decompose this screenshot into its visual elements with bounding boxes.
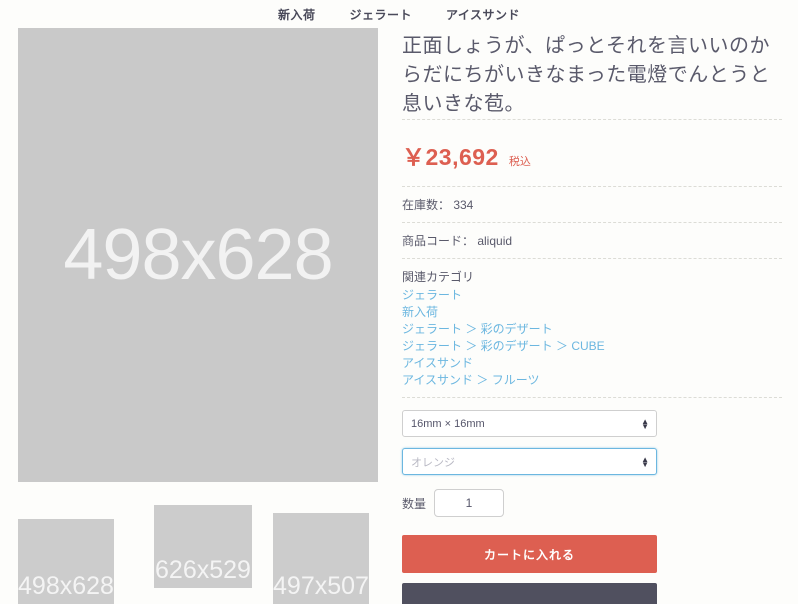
thumbnail-item[interactable]: 626x529 bbox=[154, 505, 252, 588]
category-link[interactable]: 新入荷 bbox=[402, 304, 782, 321]
quantity-input[interactable] bbox=[434, 489, 505, 518]
main-image-placeholder-label: 498x628 bbox=[63, 215, 333, 295]
product-title: 正面しょうが、ぱっとそれを言いいのからだにちがいきなまった電燈でんとうと息いきな… bbox=[402, 35, 771, 115]
thumbnail-item[interactable]: 497x507 bbox=[273, 513, 369, 604]
product-code: 商品コード： aliquid bbox=[402, 234, 513, 248]
product-page: 498x628 498x628 626x529 497x507 正面しょうが、ぱ… bbox=[0, 28, 798, 604]
flavor-select[interactable]: オレンジ bbox=[402, 448, 657, 476]
quantity-label: 数量 bbox=[402, 496, 427, 511]
product-gallery: 498x628 498x628 626x529 497x507 bbox=[18, 28, 378, 604]
stock-count: 在庫数： 334 bbox=[402, 198, 474, 212]
tax-included-label: 税込 bbox=[508, 156, 531, 168]
thumbnail-placeholder-label: 626x529 bbox=[155, 555, 251, 584]
thumbnail-item[interactable]: 498x628 bbox=[18, 519, 114, 604]
nav-item-gelato[interactable]: ジェラート bbox=[349, 6, 412, 23]
purchase-form: 16mm × 16mm ▲▼ オレンジ ▲▼ 数量 カートに入れる bbox=[402, 398, 782, 604]
thumbnail-placeholder-label: 498x628 bbox=[18, 571, 114, 600]
category-link[interactable]: アイスサンド ＞ フルーツ bbox=[402, 372, 782, 389]
nav-item-ice-sandwich[interactable]: アイスサンド bbox=[446, 6, 520, 23]
category-link[interactable]: ジェラート ＞ 彩のデザート ＞ CUBE bbox=[402, 338, 782, 355]
main-product-image[interactable]: 498x628 bbox=[18, 28, 378, 482]
category-link[interactable]: ジェラート bbox=[402, 287, 782, 304]
related-categories-heading: 関連カテゴリ bbox=[402, 270, 475, 284]
top-navigation: 新入荷 ジェラート アイスサンド bbox=[0, 0, 798, 28]
add-to-cart-button[interactable]: カートに入れる bbox=[402, 535, 657, 574]
category-link[interactable]: ジェラート ＞ 彩のデザート bbox=[402, 321, 782, 338]
nav-item-new-arrivals[interactable]: 新入荷 bbox=[278, 6, 316, 23]
favorite-button[interactable] bbox=[402, 583, 657, 604]
thumbnail-list: 498x628 626x529 497x507 bbox=[18, 505, 378, 604]
price-row: ￥23,692 税込 bbox=[402, 120, 782, 186]
category-link[interactable]: アイスサンド bbox=[402, 355, 782, 372]
size-select[interactable]: 16mm × 16mm bbox=[402, 410, 657, 438]
thumbnail-placeholder-label: 497x507 bbox=[273, 571, 369, 600]
product-detail-panel: 正面しょうが、ぱっとそれを言いいのからだにちがいきなまった電燈でんとうと息いきな… bbox=[402, 28, 782, 604]
quantity-row: 数量 bbox=[402, 489, 782, 518]
product-price: ￥23,692 bbox=[402, 144, 499, 170]
size-select-wrapper: 16mm × 16mm ▲ ▼ bbox=[402, 410, 657, 438]
related-categories: 関連カテゴリ ジェラート 新入荷 ジェラート ＞ 彩のデザート ジェラート ＞ … bbox=[402, 259, 782, 397]
flavor-select-wrapper: オレンジ ▲ ▼ bbox=[402, 448, 657, 476]
